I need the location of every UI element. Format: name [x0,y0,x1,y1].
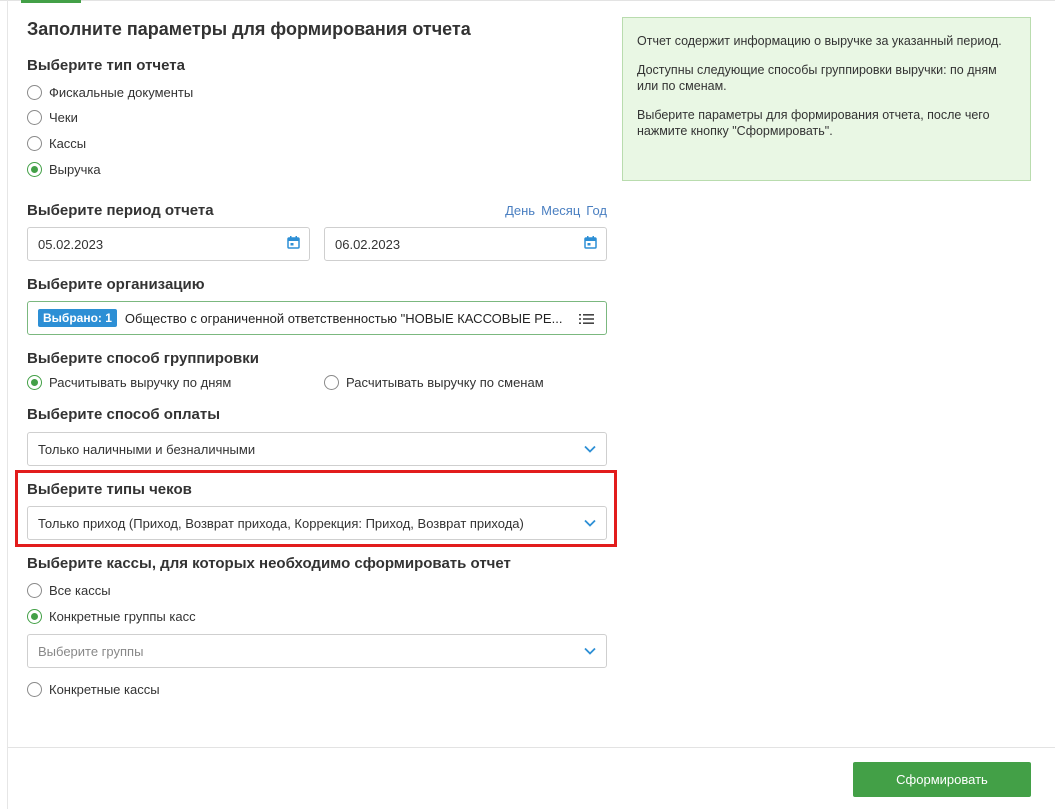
left-border [7,0,8,809]
radio-button[interactable] [27,136,42,151]
list-icon[interactable] [579,313,594,325]
footer-divider [8,747,1055,748]
info-paragraph: Выберите параметры для формирования отче… [637,108,990,138]
radio-register-groups[interactable]: Конкретные группы касс [27,609,196,624]
page-title: Заполните параметры для формирования отч… [27,19,471,39]
period-shortcuts: День Месяц Год [505,203,607,218]
radio-group-by-day[interactable]: Расчитывать выручку по дням [27,375,231,390]
radio-revenue[interactable]: Выручка [27,162,101,177]
grouping-label: Выберите способ группировки [27,350,259,367]
payment-label: Выберите способ оплаты [27,406,221,423]
radio-button[interactable] [27,682,42,697]
payment-method-select[interactable]: Только наличными и безналичными [27,432,607,466]
radio-button-selected[interactable] [27,162,42,177]
radio-label: Кассы [49,136,87,151]
radio-all-registers[interactable]: Все кассы [27,583,111,598]
receipt-types-label: Выберите типы чеков [27,481,192,498]
radio-label: Выручка [49,162,101,177]
radio-label: Расчитывать выручку по сменам [346,375,544,390]
register-groups-select[interactable]: Выберите группы [27,634,607,668]
calendar-icon[interactable] [584,236,597,249]
organization-select[interactable]: Выбрано: 1 Общество с ограниченной ответ… [27,301,607,335]
chevron-down-icon[interactable] [584,647,596,655]
info-panel: Отчет содержит информацию о выручке за у… [622,17,1031,181]
receipt-types-value: Только приход (Приход, Возврат прихода, … [38,515,524,531]
receipt-types-select[interactable]: Только приход (Приход, Возврат прихода, … [27,506,607,540]
chevron-down-icon[interactable] [584,519,596,527]
period-link-month[interactable]: Месяц [541,203,580,218]
radio-button-selected[interactable] [27,609,42,624]
calendar-icon[interactable] [287,236,300,249]
date-from-value: 05.02.2023 [38,236,104,252]
radio-registers[interactable]: Кассы [27,136,86,151]
active-tab-indicator [21,0,81,3]
info-paragraph: Отчет содержит информацию о выручке за у… [637,34,1002,48]
date-from-field[interactable]: 05.02.2023 [27,227,310,261]
organization-value: Общество с ограниченной ответственностью… [124,310,563,326]
chevron-down-icon[interactable] [584,445,596,453]
report-form-page: Заполните параметры для формирования отч… [0,0,1055,809]
report-type-label: Выберите тип отчета [27,57,185,74]
radio-button-selected[interactable] [27,375,42,390]
radio-button[interactable] [324,375,339,390]
period-link-year[interactable]: Год [586,203,607,218]
radio-receipts[interactable]: Чеки [27,110,78,125]
radio-specific-registers[interactable]: Конкретные кассы [27,682,160,697]
period-label: Выберите период отчета [27,202,214,219]
date-to-field[interactable]: 06.02.2023 [324,227,607,261]
radio-label: Чеки [49,110,78,125]
period-link-day[interactable]: День [505,203,535,218]
generate-report-button[interactable]: Сформировать [853,762,1031,797]
radio-group-by-shift[interactable]: Расчитывать выручку по сменам [324,375,544,390]
radio-label: Расчитывать выручку по дням [49,375,232,390]
register-groups-placeholder: Выберите группы [38,643,144,659]
radio-label: Все кассы [49,583,111,598]
registers-label: Выберите кассы, для которых необходимо с… [27,555,511,572]
radio-button[interactable] [27,583,42,598]
radio-label: Конкретные кассы [49,682,160,697]
radio-label: Фискальные документы [49,85,194,100]
payment-method-value: Только наличными и безналичными [38,441,256,457]
organization-label: Выберите организацию [27,276,205,293]
date-to-value: 06.02.2023 [335,236,401,252]
radio-button[interactable] [27,85,42,100]
selected-count-badge: Выбрано: 1 [38,309,117,327]
radio-button[interactable] [27,110,42,125]
info-paragraph: Доступны следующие способы группировки в… [637,63,997,93]
radio-label: Конкретные группы касс [49,609,196,624]
top-divider [0,0,1055,1]
radio-fiscal-documents[interactable]: Фискальные документы [27,85,193,100]
